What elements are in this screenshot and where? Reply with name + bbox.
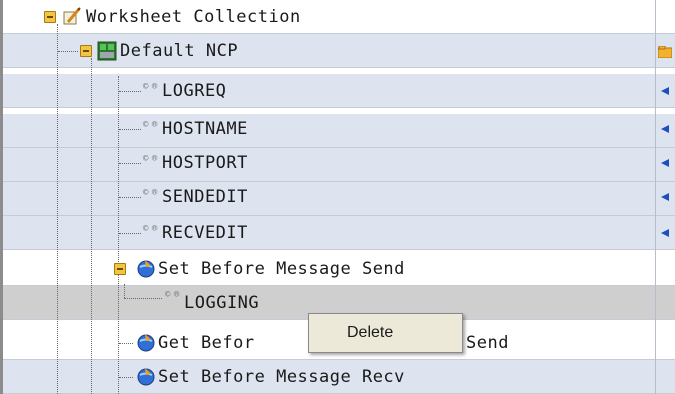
globe-action-icon — [137, 368, 155, 386]
tree-connector — [119, 197, 141, 198]
tree-row[interactable] — [3, 74, 675, 108]
arrow-left-icon — [661, 229, 669, 237]
tree-connector — [119, 233, 141, 234]
expander-minus-icon[interactable] — [80, 45, 92, 57]
globe-action-icon — [137, 260, 155, 278]
tree-line — [124, 284, 125, 298]
tree-item-set-before-message-recv[interactable]: Set Before Message Recv — [158, 366, 405, 388]
expander-minus-icon[interactable] — [44, 11, 56, 23]
tree-line — [118, 76, 119, 394]
arrow-left-icon — [661, 87, 669, 95]
tree-row[interactable] — [3, 114, 675, 148]
ncp-device-icon — [97, 41, 117, 61]
tree-item-sendedit[interactable]: SENDEDIT — [162, 186, 248, 208]
expander-minus-icon[interactable] — [114, 263, 126, 275]
tree-item-logging[interactable]: LOGGING — [184, 292, 259, 314]
tree-item-logreq[interactable]: LOGREQ — [162, 80, 226, 102]
worksheet-icon — [63, 7, 81, 25]
worksheet-tree: Worksheet Collection Default NCP © ® LOG… — [0, 0, 675, 394]
tree-connector — [58, 51, 78, 52]
tree-line — [57, 24, 58, 394]
tree-row[interactable] — [3, 216, 675, 250]
tree-row[interactable] — [3, 182, 675, 216]
tree-connector — [119, 163, 141, 164]
folder-icon — [658, 46, 672, 58]
tree-item-partial-text: Send — [466, 333, 509, 353]
context-menu: Delete — [308, 313, 463, 353]
tree-item-hostname[interactable]: HOSTNAME — [162, 118, 248, 140]
context-menu-delete[interactable]: Delete — [309, 314, 462, 352]
tree-item-get-before-message-send[interactable]: Get Befor — [158, 332, 255, 354]
globe-action-icon — [137, 334, 155, 352]
tree-item-hostport[interactable]: HOSTPORT — [162, 152, 248, 174]
tree-item-default-ncp[interactable]: Default NCP — [120, 40, 238, 62]
column-divider — [655, 0, 656, 394]
attribute-icon: © ® — [143, 224, 157, 234]
tree-connector — [119, 377, 133, 378]
tree-item-worksheet-collection[interactable]: Worksheet Collection — [86, 6, 301, 28]
tree-connector — [124, 298, 162, 299]
tree-line — [91, 58, 92, 394]
context-menu-delete-label: Delete — [347, 324, 394, 341]
arrow-left-icon — [661, 125, 669, 133]
tree-item-set-before-message-send[interactable]: Set Before Message Send — [158, 258, 405, 280]
arrow-left-icon — [661, 159, 669, 167]
tree-item-recvedit[interactable]: RECVEDIT — [162, 222, 248, 244]
tree-connector — [119, 129, 141, 130]
attribute-icon: © ® — [143, 188, 157, 198]
tree-connector — [119, 343, 133, 344]
tree-row[interactable] — [3, 148, 675, 182]
attribute-icon: © ® — [143, 82, 157, 92]
attribute-icon: © ® — [143, 120, 157, 130]
arrow-left-icon — [661, 193, 669, 201]
attribute-icon: © ® — [165, 290, 179, 300]
tree-connector — [119, 91, 141, 92]
attribute-icon: © ® — [143, 154, 157, 164]
left-border — [0, 0, 3, 394]
